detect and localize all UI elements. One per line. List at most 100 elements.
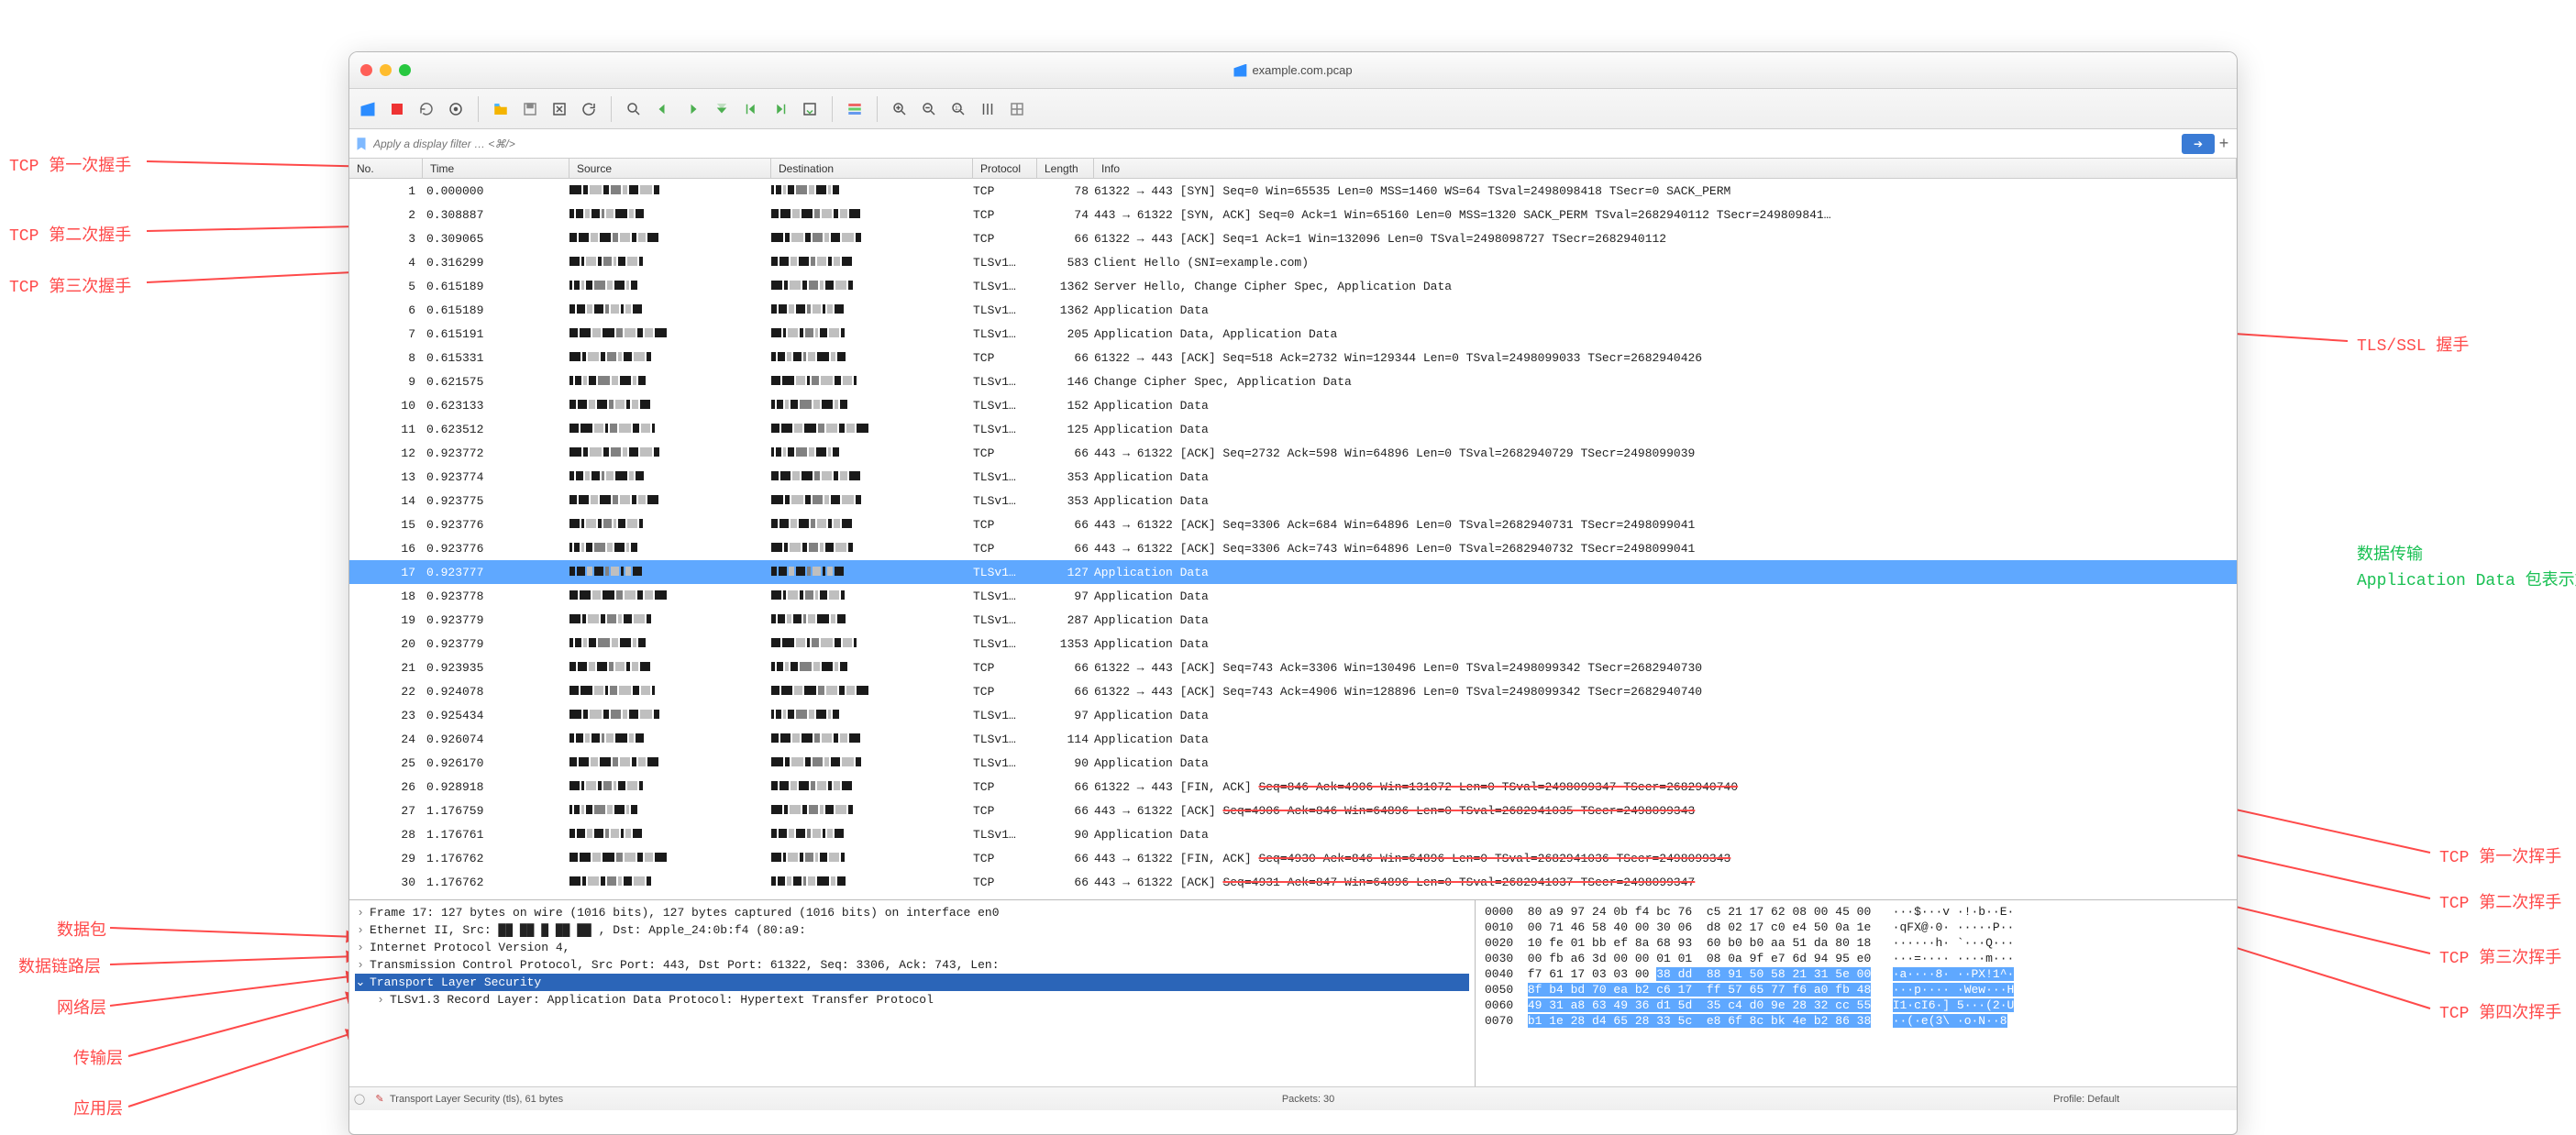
table-row[interactable]: 40.316299TLSv1…583Client Hello (SNI=exam…	[349, 250, 2237, 274]
zoom-out-button[interactable]	[916, 96, 942, 122]
table-row[interactable]: 100.623133TLSv1…152Application Data	[349, 393, 2237, 417]
table-row[interactable]: 210.923935TCP6661322 → 443 [ACK] Seq=743…	[349, 656, 2237, 679]
anno-data-desc: Application Data 包表示加密的应用层数据交换	[2357, 567, 2576, 590]
table-row[interactable]: 190.923779TLSv1…287Application Data	[349, 608, 2237, 632]
col-info[interactable]: Info	[1094, 159, 2237, 178]
table-row[interactable]: 271.176759TCP66443 → 61322 [ACK] Seq=490…	[349, 799, 2237, 822]
table-row[interactable]: 230.925434TLSv1…97Application Data	[349, 703, 2237, 727]
go-forward-button[interactable]	[680, 96, 705, 122]
capture-file-comment-icon[interactable]: ✎	[370, 1093, 390, 1105]
col-destination[interactable]: Destination	[771, 159, 973, 178]
resize-columns-button[interactable]	[975, 96, 1001, 122]
table-row[interactable]: 50.615189TLSv1…1362Server Hello, Change …	[349, 274, 2237, 298]
table-row[interactable]: 301.176762TCP66443 → 61322 [ACK] Seq=493…	[349, 870, 2237, 894]
apply-filter-button[interactable]: ➔	[2182, 134, 2215, 154]
layout-button[interactable]	[1004, 96, 1030, 122]
hex-row[interactable]: 0030 00 fb a6 3d 00 00 01 01 08 0a 9f e7…	[1485, 951, 2228, 966]
table-row[interactable]: 60.615189TLSv1…1362Application Data	[349, 298, 2237, 322]
zoom-in-button[interactable]	[887, 96, 912, 122]
restart-capture-button[interactable]	[414, 96, 439, 122]
packet-list[interactable]: 10.000000TCP7861322 → 443 [SYN] Seq=0 Wi…	[349, 179, 2237, 899]
hex-row[interactable]: 0050 8f b4 bd 70 ea b2 c6 17 ff 57 65 77…	[1485, 982, 2228, 997]
window-title: example.com.pcap	[1233, 63, 1352, 77]
col-protocol[interactable]: Protocol	[973, 159, 1037, 178]
start-capture-button[interactable]	[355, 96, 381, 122]
table-row[interactable]: 10.000000TCP7861322 → 443 [SYN] Seq=0 Wi…	[349, 179, 2237, 203]
packet-details-tree[interactable]: ›Frame 17: 127 bytes on wire (1016 bits)…	[349, 900, 1476, 1086]
col-time[interactable]: Time	[423, 159, 569, 178]
table-row[interactable]: 80.615331TCP6661322 → 443 [ACK] Seq=518 …	[349, 346, 2237, 369]
anno-fin3: TCP 第三次挥手	[2439, 944, 2561, 968]
table-row[interactable]: 120.923772TCP66443 → 61322 [ACK] Seq=273…	[349, 441, 2237, 465]
hex-row[interactable]: 0000 80 a9 97 24 0b f4 bc 76 c5 21 17 62…	[1485, 904, 2228, 920]
go-to-packet-button[interactable]	[709, 96, 735, 122]
hex-row[interactable]: 0060 49 31 a8 63 49 36 d1 5d 35 c4 d0 9e…	[1485, 997, 2228, 1013]
table-row[interactable]: 220.924078TCP6661322 → 443 [ACK] Seq=743…	[349, 679, 2237, 703]
tree-row[interactable]: ›Ethernet II, Src: ██ ██ █ ██ ██ , Dst: …	[355, 921, 1469, 939]
save-file-button[interactable]	[517, 96, 543, 122]
table-row[interactable]: 200.923779TLSv1…1353Application Data	[349, 632, 2237, 656]
table-row[interactable]: 170.923777TLSv1…127Application Data	[349, 560, 2237, 584]
close-file-button[interactable]	[547, 96, 572, 122]
anno-layer-tcp: 传输层	[73, 1045, 123, 1069]
bookmark-icon[interactable]	[353, 136, 370, 152]
hex-row[interactable]: 0070 b1 1e 28 d4 65 28 33 5c e8 6f 8c bk…	[1485, 1013, 2228, 1029]
table-row[interactable]: 150.923776TCP66443 → 61322 [ACK] Seq=330…	[349, 512, 2237, 536]
tree-row[interactable]: ›TLSv1.3 Record Layer: Application Data …	[355, 991, 1469, 1008]
status-profile[interactable]: Profile: Default	[2053, 1094, 2237, 1105]
anno-layer-ip: 网络层	[57, 995, 106, 1019]
tree-row[interactable]: ⌄Transport Layer Security	[355, 974, 1469, 991]
zoom-reset-button[interactable]: 1:1	[945, 96, 971, 122]
table-row[interactable]: 260.928918TCP6661322 → 443 [FIN, ACK] Se…	[349, 775, 2237, 799]
maximize-button[interactable]	[399, 64, 411, 76]
status-packets: Packets: 30	[1282, 1094, 1334, 1105]
table-row[interactable]: 160.923776TCP66443 → 61322 [ACK] Seq=330…	[349, 536, 2237, 560]
go-first-button[interactable]	[738, 96, 764, 122]
hex-row[interactable]: 0010 00 71 46 58 40 00 30 06 d8 02 17 c0…	[1485, 920, 2228, 935]
go-last-button[interactable]	[768, 96, 793, 122]
anno-tls-handshake: TLS/SSL 握手	[2357, 332, 2469, 356]
col-length[interactable]: Length	[1037, 159, 1094, 178]
table-row[interactable]: 250.926170TLSv1…90Application Data	[349, 751, 2237, 775]
table-row[interactable]: 90.621575TLSv1…146Change Cipher Spec, Ap…	[349, 369, 2237, 393]
table-row[interactable]: 130.923774TLSv1…353Application Data	[349, 465, 2237, 489]
table-row[interactable]: 70.615191TLSv1…205Application Data, Appl…	[349, 322, 2237, 346]
table-row[interactable]: 30.309065TCP6661322 → 443 [ACK] Seq=1 Ac…	[349, 226, 2237, 250]
packet-bytes-hex[interactable]: 0000 80 a9 97 24 0b f4 bc 76 c5 21 17 62…	[1476, 900, 2237, 1086]
anno-tcp-ack: TCP 第三次握手	[9, 273, 131, 297]
tree-row[interactable]: ›Frame 17: 127 bytes on wire (1016 bits)…	[355, 904, 1469, 921]
table-row[interactable]: 291.176762TCP66443 → 61322 [FIN, ACK] Se…	[349, 846, 2237, 870]
col-no[interactable]: No.	[349, 159, 423, 178]
open-file-button[interactable]	[488, 96, 514, 122]
table-row[interactable]: 110.623512TLSv1…125Application Data	[349, 417, 2237, 441]
tree-row[interactable]: ›Internet Protocol Version 4,	[355, 939, 1469, 956]
reload-button[interactable]	[576, 96, 602, 122]
auto-scroll-button[interactable]	[797, 96, 823, 122]
capture-options-button[interactable]	[443, 96, 469, 122]
table-row[interactable]: 240.926074TLSv1…114Application Data	[349, 727, 2237, 751]
anno-tcp-synack: TCP 第二次握手	[9, 222, 131, 246]
go-back-button[interactable]	[650, 96, 676, 122]
hex-row[interactable]: 0040 f7 61 17 03 03 00 38 dd 88 91 50 58…	[1485, 966, 2228, 982]
packet-list-header: No. Time Source Destination Protocol Len…	[349, 159, 2237, 179]
window-title-text: example.com.pcap	[1252, 63, 1352, 77]
hex-row[interactable]: 0020 10 fe 01 bb ef 8a 68 93 60 b0 b0 aa…	[1485, 935, 2228, 951]
minimize-button[interactable]	[380, 64, 392, 76]
tree-row[interactable]: ›Transmission Control Protocol, Src Port…	[355, 956, 1469, 974]
display-filter-input[interactable]	[373, 129, 2178, 158]
stop-capture-button[interactable]	[384, 96, 410, 122]
anno-fin2: TCP 第二次挥手	[2439, 889, 2561, 913]
anno-layer-eth: 数据链路层	[18, 953, 101, 977]
table-row[interactable]: 20.308887TCP74443 → 61322 [SYN, ACK] Seq…	[349, 203, 2237, 226]
expert-info-icon[interactable]: ◯	[349, 1093, 370, 1105]
table-row[interactable]: 180.923778TLSv1…97Application Data	[349, 584, 2237, 608]
colorize-button[interactable]	[842, 96, 868, 122]
add-filter-button[interactable]: +	[2215, 134, 2233, 153]
col-source[interactable]: Source	[569, 159, 771, 178]
close-button[interactable]	[360, 64, 372, 76]
table-row[interactable]: 281.176761TLSv1…90Application Data	[349, 822, 2237, 846]
toolbar: 1:1	[349, 89, 2237, 129]
find-packet-button[interactable]	[621, 96, 647, 122]
table-row[interactable]: 140.923775TLSv1…353Application Data	[349, 489, 2237, 512]
titlebar: example.com.pcap	[349, 52, 2237, 89]
